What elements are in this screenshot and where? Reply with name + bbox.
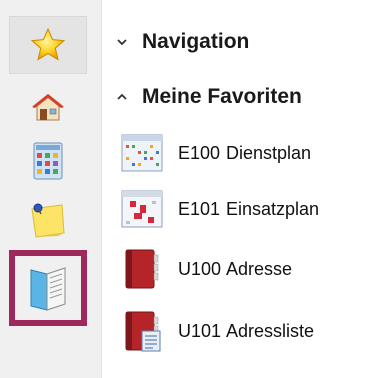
- favorite-code: U101: [178, 320, 222, 341]
- chevron-down-icon: [116, 37, 142, 47]
- sidebar-item-calendar[interactable]: [9, 132, 87, 190]
- star-icon: [30, 27, 66, 61]
- sidebar-item-documents[interactable]: [9, 250, 87, 326]
- open-book-icon: [30, 267, 66, 311]
- favorite-code: E100: [178, 142, 221, 163]
- sticky-note-icon: [31, 203, 65, 238]
- sidebar-item-notes[interactable]: [9, 190, 87, 248]
- favorite-label: Dienstplan: [226, 142, 312, 163]
- favorite-code: E101: [178, 198, 221, 219]
- favorite-label: Einsatzplan: [226, 198, 320, 219]
- favorite-item-e100[interactable]: E100 Dienstplan: [120, 131, 311, 175]
- navigation-group-header[interactable]: Navigation: [116, 30, 249, 54]
- sidebar-item-home[interactable]: [9, 78, 87, 136]
- favorite-item-u101[interactable]: U101 Adressliste: [120, 309, 314, 353]
- favorite-code: U100: [178, 258, 222, 279]
- navigation-label: Navigation: [142, 30, 250, 53]
- calendar-grid-icon: [33, 142, 63, 180]
- address-list-icon: [125, 311, 161, 352]
- favorites-label: Meine Favoriten: [142, 85, 302, 108]
- address-book-icon: [125, 249, 159, 289]
- schedule-plan-icon: [121, 134, 163, 172]
- navigation-panel: Navigation Meine Favoriten E100 Dienstpl…: [102, 0, 377, 378]
- favorites-group-header[interactable]: Meine Favoriten: [116, 85, 302, 109]
- sidebar: [0, 0, 102, 378]
- sidebar-item-favorites[interactable]: [9, 16, 87, 74]
- home-icon: [32, 94, 64, 121]
- assignment-plan-icon: [121, 190, 163, 228]
- favorite-label: Adressliste: [226, 320, 315, 341]
- favorite-item-u100[interactable]: U100 Adresse: [120, 247, 292, 291]
- favorite-item-e101[interactable]: E101 Einsatzplan: [120, 187, 319, 231]
- favorite-label: Adresse: [226, 258, 293, 279]
- chevron-up-icon: [116, 92, 142, 102]
